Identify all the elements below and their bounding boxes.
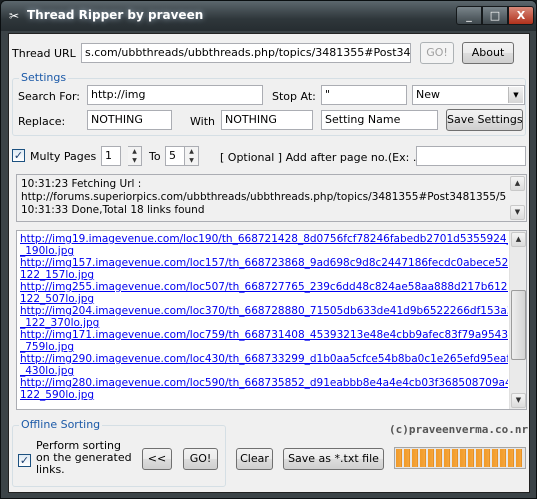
scroll-thumb[interactable]: [511, 290, 526, 360]
links-lines: http://img19.imagevenue.com/loc190/th_66…: [20, 233, 508, 401]
replace-input[interactable]: NOTHING: [87, 110, 172, 130]
back-button[interactable]: <<: [142, 448, 172, 470]
log-lines: 10:31:23 Fetching Url : http://forums.su…: [21, 178, 506, 217]
title-bar[interactable]: ✂ Thread Ripper by praveen _ □ X: [1, 1, 536, 31]
replace-label: Replace:: [18, 115, 66, 128]
log-line: http://forums.superiorpics.com/ubbthread…: [21, 191, 507, 203]
stop-at-input[interactable]: ": [321, 85, 407, 105]
save-txt-button[interactable]: Save as *.txt file: [283, 448, 384, 470]
links-scrollbar[interactable]: ▲ ▼: [509, 231, 526, 409]
links-list[interactable]: http://img19.imagevenue.com/loc190/th_66…: [16, 230, 527, 410]
go-button[interactable]: GO!: [420, 42, 454, 64]
clear-button[interactable]: Clear: [236, 448, 273, 470]
with-label: With: [190, 115, 215, 128]
sort-label-line: links.: [36, 463, 65, 476]
stop-at-label: Stop At:: [272, 90, 316, 103]
app-window: ✂ Thread Ripper by praveen _ □ X Thread …: [0, 0, 537, 499]
to-label: To: [149, 150, 161, 163]
scissors-icon: ✂: [8, 9, 20, 23]
offline-sorting-caption: Offline Sorting: [19, 418, 103, 431]
about-button[interactable]: About: [462, 42, 514, 64]
chevron-down-icon[interactable]: ▼: [508, 87, 523, 103]
link-item[interactable]: http://img255.imagevenue.com/loc507/th_6…: [20, 281, 508, 293]
sort-go-button[interactable]: GO!: [183, 448, 218, 470]
to-page-input[interactable]: 5: [165, 146, 185, 166]
link-item[interactable]: _190lo.jpg: [20, 245, 508, 257]
save-settings-button[interactable]: Save Settings: [446, 109, 523, 131]
link-item[interactable]: http://img19.imagevenue.com/loc190/th_66…: [20, 233, 508, 245]
with-input[interactable]: NOTHING: [221, 110, 313, 130]
search-for-label: Search For:: [18, 90, 80, 103]
to-page-stepper[interactable]: ▲ ▼: [185, 146, 199, 166]
maximize-button[interactable]: □: [482, 6, 508, 25]
scroll-down-icon[interactable]: ▼: [510, 205, 525, 220]
minimize-button[interactable]: _: [456, 6, 482, 25]
log-scrollbar[interactable]: ▲ ▼: [509, 175, 526, 221]
setting-name-input[interactable]: Setting Name: [321, 110, 438, 130]
scroll-up-icon[interactable]: ▲: [510, 176, 525, 191]
chevron-up-icon[interactable]: ▲: [128, 147, 141, 156]
progress-fill: [396, 449, 524, 467]
window-title: Thread Ripper by praveen: [27, 8, 204, 22]
from-page-input[interactable]: 1: [101, 146, 121, 166]
sort-checkbox[interactable]: ✓: [18, 454, 31, 467]
link-item[interactable]: http://img157.imagevenue.com/loc157/th_6…: [20, 257, 508, 269]
link-item[interactable]: 122_507lo.jpg: [20, 293, 508, 305]
link-item[interactable]: http://img290.imagevenue.com/loc430/th_6…: [20, 353, 508, 365]
link-item[interactable]: 122_157lo.jpg: [20, 269, 508, 281]
sort-label: Perform sorting on the generated links.: [36, 440, 132, 476]
scroll-up-icon[interactable]: ▲: [511, 232, 526, 247]
log-line: 10:31:23 Fetching Url :: [21, 178, 142, 190]
progress-bar: [394, 447, 526, 469]
link-item[interactable]: http://img280.imagevenue.com/loc590/th_6…: [20, 377, 508, 389]
search-for-input[interactable]: http://img: [87, 85, 263, 105]
multy-pages-label: Multy Pages: [30, 150, 97, 163]
chevron-down-icon[interactable]: ▼: [128, 156, 141, 165]
page-suffix-input[interactable]: [416, 146, 526, 166]
credit-text: (c)praveenverma.co.nr: [389, 423, 529, 436]
link-item[interactable]: http://img171.imagevenue.com/loc759/th_6…: [20, 329, 508, 341]
chevron-down-icon[interactable]: ▼: [185, 156, 198, 165]
optional-suffix-label: [ Optional ] Add after page no.(Ex: .htm…: [220, 151, 443, 164]
multy-pages-checkbox[interactable]: ✓: [12, 149, 25, 162]
preset-selected-value: New: [416, 88, 440, 101]
link-item[interactable]: _122_370lo.jpg: [20, 317, 508, 329]
client-area: Thread URL s.com/ubbthreads/ubbthreads.p…: [8, 33, 530, 493]
status-log: 10:31:23 Fetching Url : http://forums.su…: [16, 174, 527, 222]
link-item[interactable]: _759lo.jpg: [20, 341, 508, 353]
link-item[interactable]: _430lo.jpg: [20, 365, 508, 377]
from-page-stepper[interactable]: ▲ ▼: [128, 146, 142, 166]
settings-caption: Settings: [19, 71, 69, 84]
thread-url-input[interactable]: s.com/ubbthreads/ubbthreads.php/topics/3…: [81, 43, 411, 63]
thread-url-label: Thread URL: [12, 47, 76, 60]
preset-select[interactable]: New ▼: [412, 85, 525, 105]
link-item[interactable]: http://img204.imagevenue.com/loc370/th_6…: [20, 305, 508, 317]
close-button[interactable]: X: [508, 6, 534, 25]
link-item[interactable]: 122_590lo.jpg: [20, 389, 508, 401]
log-line: 10:31:33 Done,Total 18 links found: [21, 204, 205, 216]
chevron-up-icon[interactable]: ▲: [185, 147, 198, 156]
scroll-down-icon[interactable]: ▼: [511, 393, 526, 408]
